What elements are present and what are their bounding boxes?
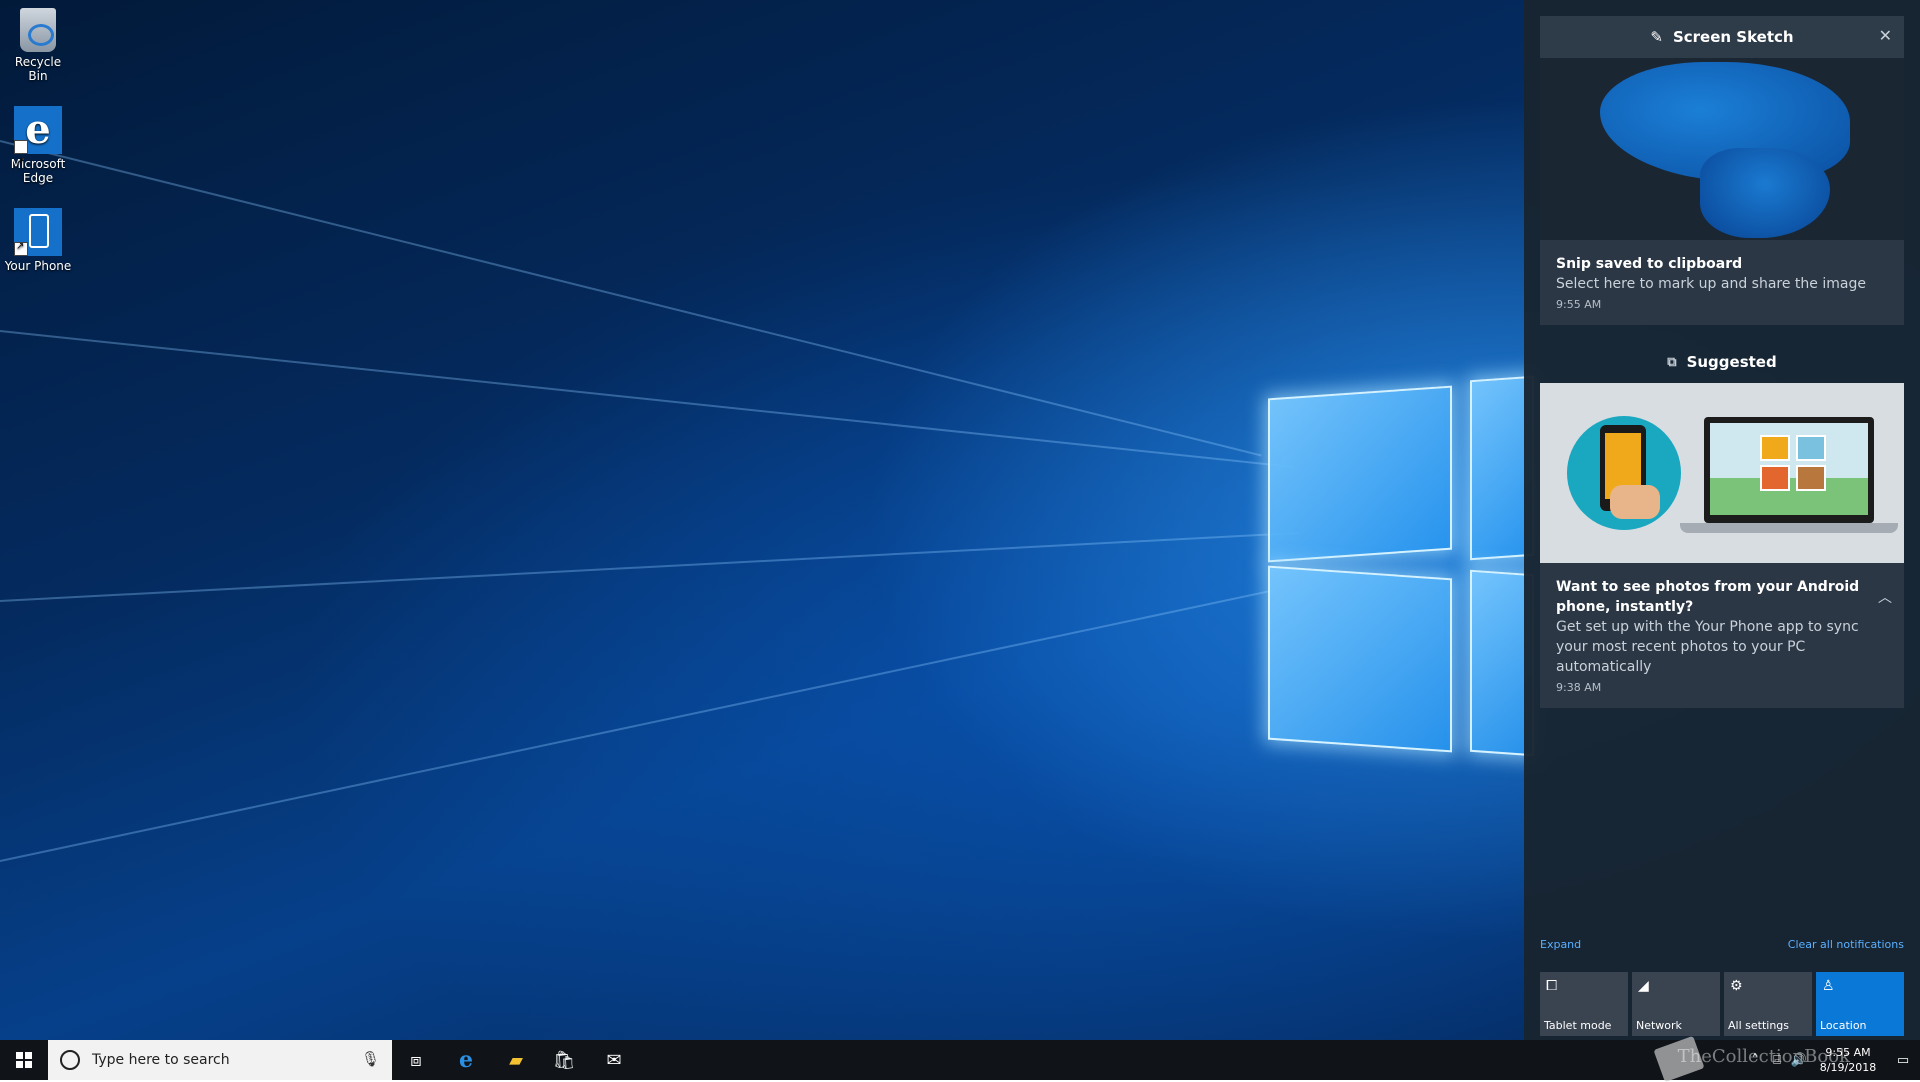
- light-beam: [0, 140, 1262, 457]
- search-placeholder: Type here to search: [92, 1052, 230, 1068]
- quick-action-label: Network: [1636, 1019, 1682, 1032]
- screen-sketch-header: ✎ Screen Sketch ✕: [1540, 16, 1904, 58]
- app-name: Screen Sketch: [1672, 28, 1794, 46]
- clock-time: 9:55 AM: [1825, 1046, 1871, 1059]
- store-icon: 🛍: [552, 1049, 576, 1071]
- cortana-icon: [60, 1050, 80, 1070]
- your-phone-icon: [14, 208, 62, 256]
- chevron-up-icon[interactable]: ˄: [1744, 1053, 1766, 1068]
- suggested-illustration[interactable]: [1540, 383, 1904, 563]
- suggested-label: Suggested: [1686, 353, 1777, 371]
- desktop-icon-label: Your Phone: [4, 259, 72, 273]
- taskbar-edge-button[interactable]: e: [442, 1040, 490, 1080]
- notification-time: 9:55 AM: [1556, 298, 1602, 311]
- taskbar-file-explorer-button[interactable]: ▰: [492, 1040, 540, 1080]
- notification-body: Select here to mark up and share the ima…: [1556, 276, 1866, 292]
- notification-time: 9:38 AM: [1556, 681, 1602, 694]
- snip-preview-image[interactable]: [1540, 58, 1904, 240]
- chevron-up-icon[interactable]: ︿: [1878, 587, 1892, 607]
- shortcut-arrow-icon: [14, 138, 28, 186]
- quick-action-location[interactable]: ♙ Location: [1816, 972, 1904, 1036]
- clock-date: 8/19/2018: [1819, 1061, 1877, 1074]
- taskbar: Type here to search 🎙 ⧈ e ▰ 🛍 ✉ TheColle…: [0, 1035, 1920, 1082]
- windows-start-icon: [16, 1052, 32, 1068]
- screen-sketch-icon: ✎: [1650, 28, 1663, 46]
- notification-body: Get set up with the Your Phone app to sy…: [1556, 619, 1859, 675]
- light-beam: [0, 330, 1293, 468]
- desktop-icon-recycle-bin[interactable]: Recycle Bin: [4, 8, 72, 83]
- start-button[interactable]: [0, 1040, 48, 1080]
- network-icon: ◢: [1638, 978, 1649, 994]
- desktop-icon-your-phone[interactable]: Your Phone: [4, 208, 72, 273]
- suggested-icon: ⧉: [1667, 354, 1677, 370]
- action-center-icon[interactable]: ▭: [1886, 1053, 1920, 1068]
- quick-action-label: Location: [1820, 1019, 1867, 1032]
- volume-icon[interactable]: 🔊: [1788, 1053, 1810, 1068]
- tablet-mode-icon: ⧠: [1546, 978, 1558, 994]
- desktop-icon-label: Microsoft Edge: [10, 157, 66, 185]
- clear-all-notifications-link[interactable]: Clear all notifications: [1788, 938, 1904, 951]
- light-beam: [0, 531, 1299, 602]
- notification-title: Want to see photos from your Android pho…: [1556, 579, 1860, 615]
- quick-action-network[interactable]: ◢ Network: [1632, 972, 1720, 1036]
- action-center: ✎ Screen Sketch ✕ Snip saved to clipboar…: [1524, 0, 1920, 1040]
- quick-action-all-settings[interactable]: ⚙ All settings: [1724, 972, 1812, 1036]
- close-icon[interactable]: ✕: [1879, 26, 1892, 45]
- gear-icon: ⚙: [1730, 978, 1743, 994]
- location-icon: ♙: [1822, 978, 1835, 994]
- suggested-header: ⧉ Suggested: [1540, 341, 1904, 383]
- notification-title: Snip saved to clipboard: [1556, 256, 1743, 272]
- network-tray-icon[interactable]: ⌸: [1766, 1053, 1788, 1068]
- task-view-icon: ⧈: [410, 1049, 422, 1071]
- edge-icon: e: [459, 1047, 473, 1073]
- light-beam: [0, 589, 1272, 862]
- quick-action-tablet-mode[interactable]: ⧠ Tablet mode: [1540, 972, 1628, 1036]
- mail-icon: ✉: [606, 1049, 622, 1071]
- folder-icon: ▰: [509, 1049, 523, 1071]
- quick-actions: ⧠ Tablet mode ◢ Network ⚙ All settings ♙…: [1540, 972, 1904, 1036]
- screen-sketch-notification[interactable]: Snip saved to clipboard Select here to m…: [1540, 240, 1904, 325]
- quick-action-label: All settings: [1728, 1019, 1789, 1032]
- expand-link[interactable]: Expand: [1540, 938, 1581, 951]
- recycle-bin-icon: [20, 8, 56, 52]
- desktop-icon-microsoft-edge[interactable]: e Microsoft Edge: [4, 106, 72, 186]
- edge-icon: e: [14, 106, 62, 186]
- shortcut-arrow-icon: [14, 240, 28, 256]
- suggested-notification[interactable]: Want to see photos from your Android pho…: [1540, 563, 1904, 708]
- microphone-icon[interactable]: 🎙: [361, 1050, 380, 1068]
- taskbar-store-button[interactable]: 🛍: [540, 1040, 588, 1080]
- task-view-button[interactable]: ⧈: [392, 1040, 440, 1080]
- quick-action-label: Tablet mode: [1544, 1019, 1612, 1032]
- clock[interactable]: 9:55 AM 8/19/2018: [1810, 1045, 1886, 1075]
- taskbar-mail-button[interactable]: ✉: [590, 1040, 638, 1080]
- desktop-icon-label: Recycle Bin: [14, 55, 62, 83]
- system-tray: ˄ ⌸ 🔊 9:55 AM 8/19/2018 ▭: [1744, 1040, 1920, 1080]
- search-box[interactable]: Type here to search 🎙: [48, 1040, 392, 1080]
